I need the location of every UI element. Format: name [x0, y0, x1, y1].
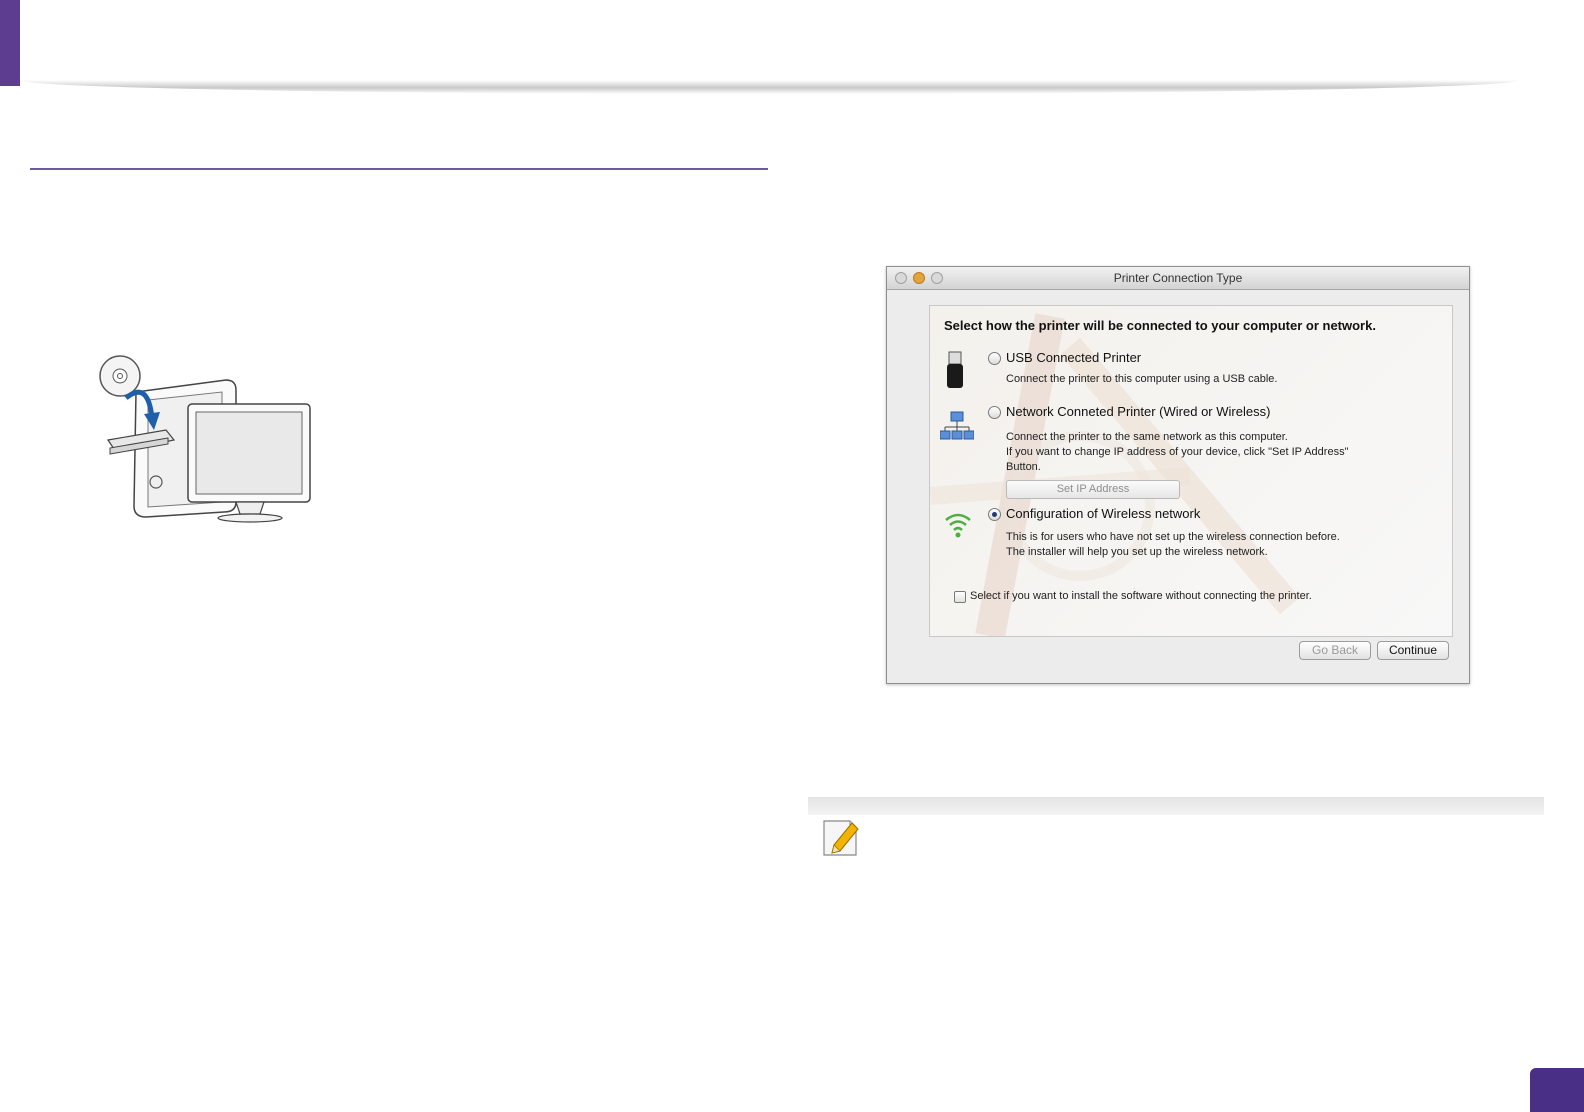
computer-cd-illustration — [99, 355, 311, 523]
usb-option-label[interactable]: USB Connected Printer — [1006, 350, 1141, 365]
connection-options-panel: Select how the printer will be connected… — [929, 305, 1453, 637]
note-pencil-icon — [823, 820, 859, 856]
set-ip-address-button[interactable]: Set IP Address — [1006, 480, 1180, 499]
install-without-connecting-label[interactable]: Select if you want to install the softwa… — [970, 589, 1312, 604]
install-without-connecting-checkbox[interactable] — [954, 591, 966, 603]
network-option-description-3: Button. — [1006, 461, 1041, 473]
wireless-option-description-2: The installer will help you set up the w… — [1006, 546, 1268, 558]
wireless-option-radio[interactable] — [988, 508, 1001, 521]
header-accent-bar — [0, 0, 20, 86]
wireless-option-label[interactable]: Configuration of Wireless network — [1006, 506, 1200, 521]
dialog-titlebar: Printer Connection Type — [887, 267, 1469, 290]
header-shadow — [20, 80, 1520, 94]
section-divider — [30, 168, 768, 170]
page-number-tab — [1530, 1068, 1584, 1112]
wifi-icon — [945, 513, 971, 538]
dialog-heading: Select how the printer will be connected… — [944, 318, 1376, 333]
close-window-button[interactable] — [895, 272, 907, 284]
go-back-button[interactable]: Go Back — [1299, 641, 1371, 660]
dialog-title: Printer Connection Type — [1113, 271, 1243, 285]
zoom-window-button[interactable] — [931, 272, 943, 284]
usb-option-description: Connect the printer to this computer usi… — [1006, 373, 1278, 385]
printer-connection-dialog: Printer Connection Type Select how the p… — [886, 266, 1470, 684]
usb-option-radio[interactable] — [988, 352, 1001, 365]
network-option-radio[interactable] — [988, 406, 1001, 419]
network-option-label[interactable]: Network Conneted Printer (Wired or Wirel… — [1006, 404, 1270, 419]
network-option-description-1: Connect the printer to the same network … — [1006, 431, 1288, 443]
wireless-option-description-1: This is for users who have not set up th… — [1006, 531, 1340, 543]
minimize-window-button[interactable] — [913, 272, 925, 284]
usb-icon — [947, 351, 963, 388]
continue-button[interactable]: Continue — [1377, 641, 1449, 660]
network-icon — [940, 411, 974, 440]
network-option-description-2: If you want to change IP address of your… — [1006, 446, 1349, 458]
note-header-bar — [808, 797, 1544, 815]
window-controls — [895, 272, 943, 284]
